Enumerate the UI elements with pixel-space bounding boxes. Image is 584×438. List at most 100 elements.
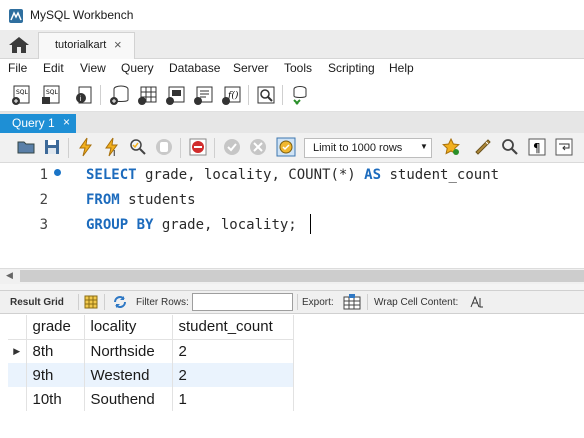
find-replace-icon[interactable] bbox=[500, 137, 520, 157]
column-header-locality[interactable]: locality bbox=[84, 315, 173, 340]
toolbar-separator bbox=[100, 85, 101, 105]
sql-keyword: GROUP BY bbox=[86, 217, 154, 233]
result-grid-tab[interactable]: Result Grid bbox=[10, 297, 64, 308]
line-number: 3 bbox=[39, 217, 48, 233]
toggle-continue-on-error-icon[interactable] bbox=[188, 137, 208, 157]
create-schema-icon[interactable] bbox=[108, 84, 132, 106]
table-cell[interactable]: 8th bbox=[26, 339, 85, 363]
svg-text:I: I bbox=[113, 149, 115, 157]
refresh-icon[interactable] bbox=[112, 295, 128, 309]
toolbar-separator bbox=[68, 138, 69, 158]
chevron-down-icon[interactable]: ▼ bbox=[420, 142, 428, 151]
create-view-icon[interactable] bbox=[164, 84, 188, 106]
table-row[interactable]: ▶ 8th Northside 2 bbox=[8, 339, 294, 363]
toolbar-separator bbox=[78, 294, 79, 310]
inspector-icon[interactable]: i bbox=[72, 84, 96, 106]
table-cell[interactable]: 10th bbox=[26, 387, 85, 411]
beautify-icon[interactable] bbox=[473, 137, 493, 157]
table-row[interactable]: 10th Southend 1 bbox=[8, 387, 294, 411]
svg-text:SQL: SQL bbox=[16, 89, 29, 96]
sql-text: student_count bbox=[381, 167, 500, 183]
line-number: 2 bbox=[39, 192, 48, 208]
result-grid: grade locality student_count ▶ 8th North… bbox=[8, 315, 295, 411]
create-procedure-icon[interactable] bbox=[192, 84, 216, 106]
export-label: Export: bbox=[302, 297, 334, 308]
statement-marker-icon bbox=[54, 169, 61, 176]
create-function-icon[interactable]: f() bbox=[220, 84, 244, 106]
menu-file[interactable]: File bbox=[8, 61, 27, 75]
explain-icon[interactable] bbox=[128, 137, 148, 157]
add-snippet-star-icon[interactable] bbox=[441, 137, 461, 157]
toolbar-separator bbox=[214, 138, 215, 158]
text-caret bbox=[310, 214, 311, 234]
menu-database[interactable]: Database bbox=[169, 61, 220, 75]
sql-line-1: SELECT grade, locality, COUNT(*) AS stud… bbox=[86, 167, 499, 183]
query-tab-close-icon[interactable]: × bbox=[63, 115, 70, 129]
table-cell[interactable]: 2 bbox=[172, 339, 294, 363]
table-cell[interactable]: 2 bbox=[172, 363, 294, 387]
export-icon[interactable] bbox=[343, 294, 361, 310]
row-selector-header bbox=[8, 315, 27, 340]
filter-rows-label: Filter Rows: bbox=[136, 297, 189, 308]
result-table: grade locality student_count ▶ 8th North… bbox=[8, 315, 294, 411]
sql-keyword: AS bbox=[355, 167, 382, 183]
menu-query[interactable]: Query bbox=[121, 61, 154, 75]
table-cell[interactable]: Southend bbox=[84, 387, 173, 411]
sql-keyword: SELECT bbox=[86, 167, 137, 183]
search-table-data-icon[interactable] bbox=[254, 84, 278, 106]
limit-rows-value: Limit to 1000 rows bbox=[313, 142, 403, 154]
table-cell[interactable]: Westend bbox=[84, 363, 173, 387]
menu-help[interactable]: Help bbox=[389, 61, 414, 75]
toolbar-separator bbox=[104, 294, 105, 310]
create-table-icon[interactable] bbox=[136, 84, 160, 106]
sql-function: COUNT(*) bbox=[288, 167, 356, 183]
svg-text:SQL: SQL bbox=[46, 89, 59, 96]
table-cell[interactable]: 1 bbox=[172, 387, 294, 411]
reconnect-icon[interactable] bbox=[288, 84, 312, 106]
toolbar-separator bbox=[180, 138, 181, 158]
word-wrap-icon[interactable] bbox=[554, 137, 574, 157]
scrollbar-thumb[interactable] bbox=[20, 270, 584, 282]
sql-line-3: GROUP BY grade, locality; bbox=[86, 217, 297, 233]
menu-server[interactable]: Server bbox=[233, 61, 268, 75]
menu-view[interactable]: View bbox=[80, 61, 106, 75]
scroll-left-arrow-icon[interactable]: ◀ bbox=[6, 270, 13, 281]
open-sql-script-icon[interactable]: SQL bbox=[40, 84, 64, 106]
table-cell[interactable]: Northside bbox=[84, 339, 173, 363]
row-selector[interactable] bbox=[8, 363, 27, 387]
current-row-marker-icon: ▶ bbox=[8, 339, 27, 363]
menu-tools[interactable]: Tools bbox=[284, 61, 312, 75]
execute-icon[interactable] bbox=[76, 137, 96, 157]
toolbar-separator bbox=[248, 85, 249, 105]
stop-icon[interactable] bbox=[154, 137, 174, 157]
row-selector[interactable] bbox=[8, 387, 27, 411]
menu-edit[interactable]: Edit bbox=[43, 61, 64, 75]
wrap-cell-icon[interactable] bbox=[470, 296, 484, 308]
autocommit-toggle-icon[interactable] bbox=[276, 137, 296, 157]
window-title: MySQL Workbench bbox=[30, 8, 134, 22]
table-row[interactable]: 9th Westend 2 bbox=[8, 363, 294, 387]
column-header-grade[interactable]: grade bbox=[26, 315, 85, 340]
invisible-chars-icon[interactable]: ¶ bbox=[527, 137, 547, 157]
wrap-cell-content-label: Wrap Cell Content: bbox=[374, 297, 459, 308]
column-header-student-count[interactable]: student_count bbox=[172, 315, 294, 340]
table-cell[interactable]: 9th bbox=[26, 363, 85, 387]
sql-text: students bbox=[119, 192, 196, 208]
svg-text:¶: ¶ bbox=[533, 141, 541, 155]
sql-text: grade, locality, bbox=[136, 167, 289, 183]
query-tab-label: Query 1 bbox=[12, 116, 55, 130]
menu-scripting[interactable]: Scripting bbox=[328, 61, 375, 75]
open-file-icon[interactable] bbox=[16, 137, 36, 157]
rollback-icon[interactable] bbox=[248, 137, 268, 157]
home-icon[interactable] bbox=[8, 36, 30, 54]
filter-rows-input[interactable] bbox=[192, 293, 293, 311]
execute-current-statement-icon[interactable]: I bbox=[102, 137, 122, 157]
toolbar-separator bbox=[367, 294, 368, 310]
grid-view-icon[interactable] bbox=[84, 295, 98, 309]
connection-tab-label: tutorialkart bbox=[55, 39, 107, 51]
commit-icon[interactable] bbox=[222, 137, 242, 157]
save-icon[interactable] bbox=[42, 137, 62, 157]
connection-tab-close-icon[interactable]: × bbox=[114, 37, 122, 52]
line-number: 1 bbox=[39, 167, 48, 183]
new-sql-tab-icon[interactable]: SQL bbox=[10, 84, 34, 106]
